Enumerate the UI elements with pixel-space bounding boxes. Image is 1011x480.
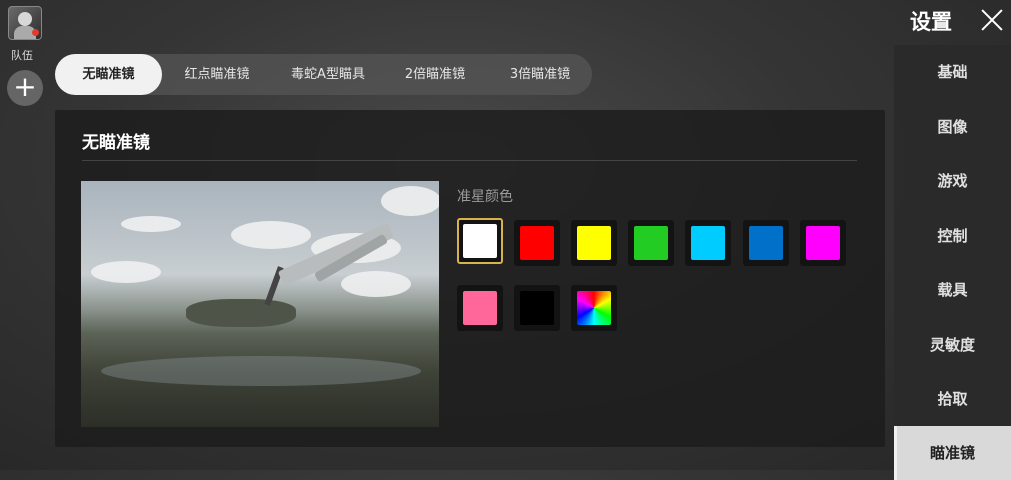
color-swatch-white[interactable]	[457, 218, 503, 264]
color-swatch-green[interactable]	[628, 220, 674, 266]
nav-item-game[interactable]: 游戏	[894, 154, 1011, 208]
scope-settings-panel: 无瞄准镜 准星颜色	[55, 110, 885, 447]
color-swatch-yellow[interactable]	[571, 220, 617, 266]
swatch-fill	[749, 226, 783, 260]
color-swatch-custom-rainbow[interactable]	[571, 285, 617, 331]
cloud	[121, 216, 181, 232]
swatch-fill	[463, 224, 497, 258]
tab-2x-scope[interactable]: 2倍瞄准镜	[385, 54, 485, 95]
status-dot	[32, 29, 39, 36]
swatch-fill	[463, 291, 497, 325]
nav-item-basic[interactable]: 基础	[894, 45, 1011, 99]
swatch-fill	[806, 226, 840, 260]
nav-item-controls[interactable]: 控制	[894, 209, 1011, 263]
swatch-fill	[520, 291, 554, 325]
tab-red-dot[interactable]: 红点瞄准镜	[167, 54, 267, 95]
settings-sidebar: 基础 图像 游戏 控制 载具 灵敏度 拾取 瞄准镜	[894, 45, 1011, 480]
color-swatch-magenta[interactable]	[800, 220, 846, 266]
swatch-fill	[577, 226, 611, 260]
divider	[82, 160, 857, 161]
team-label: 队伍	[11, 49, 33, 62]
nav-item-scope[interactable]: 瞄准镜	[894, 426, 1011, 480]
scope-preview-image	[81, 181, 439, 427]
nav-item-vehicle[interactable]: 载具	[894, 263, 1011, 317]
color-swatch-cyan[interactable]	[685, 220, 731, 266]
swatch-fill	[691, 226, 725, 260]
cloud	[341, 271, 411, 297]
add-team-member-button[interactable]: +	[7, 70, 43, 106]
color-swatch-red[interactable]	[514, 220, 560, 266]
nav-item-sensitivity[interactable]: 灵敏度	[894, 318, 1011, 372]
puddle	[101, 356, 421, 386]
avatar-head	[18, 12, 32, 26]
player-avatar-icon[interactable]	[8, 6, 42, 40]
panel-title: 无瞄准镜	[82, 133, 150, 153]
settings-title: 设置	[910, 10, 952, 34]
color-swatch-pink[interactable]	[457, 285, 503, 331]
swatch-fill	[520, 226, 554, 260]
reticle-color-label: 准星颜色	[457, 189, 513, 205]
swatch-fill	[634, 226, 668, 260]
color-swatch-black[interactable]	[514, 285, 560, 331]
cloud	[381, 186, 439, 216]
rainbow-picker-icon	[577, 291, 611, 325]
nav-item-pickup[interactable]: 拾取	[894, 372, 1011, 426]
tab-viper-a[interactable]: 毒蛇A型瞄具	[275, 54, 381, 95]
nav-item-graphics[interactable]: 图像	[894, 100, 1011, 154]
sight-tabs: 无瞄准镜 红点瞄准镜 毒蛇A型瞄具 2倍瞄准镜 3倍瞄准镜	[55, 54, 592, 95]
tab-no-scope[interactable]: 无瞄准镜	[55, 54, 162, 95]
tab-3x-scope[interactable]: 3倍瞄准镜	[490, 54, 590, 95]
close-icon[interactable]	[979, 7, 1005, 33]
cloud	[231, 221, 311, 249]
color-swatch-blue[interactable]	[743, 220, 789, 266]
cloud	[91, 261, 161, 283]
wreck-body	[186, 299, 296, 327]
team-column: 队伍 +	[0, 0, 44, 470]
